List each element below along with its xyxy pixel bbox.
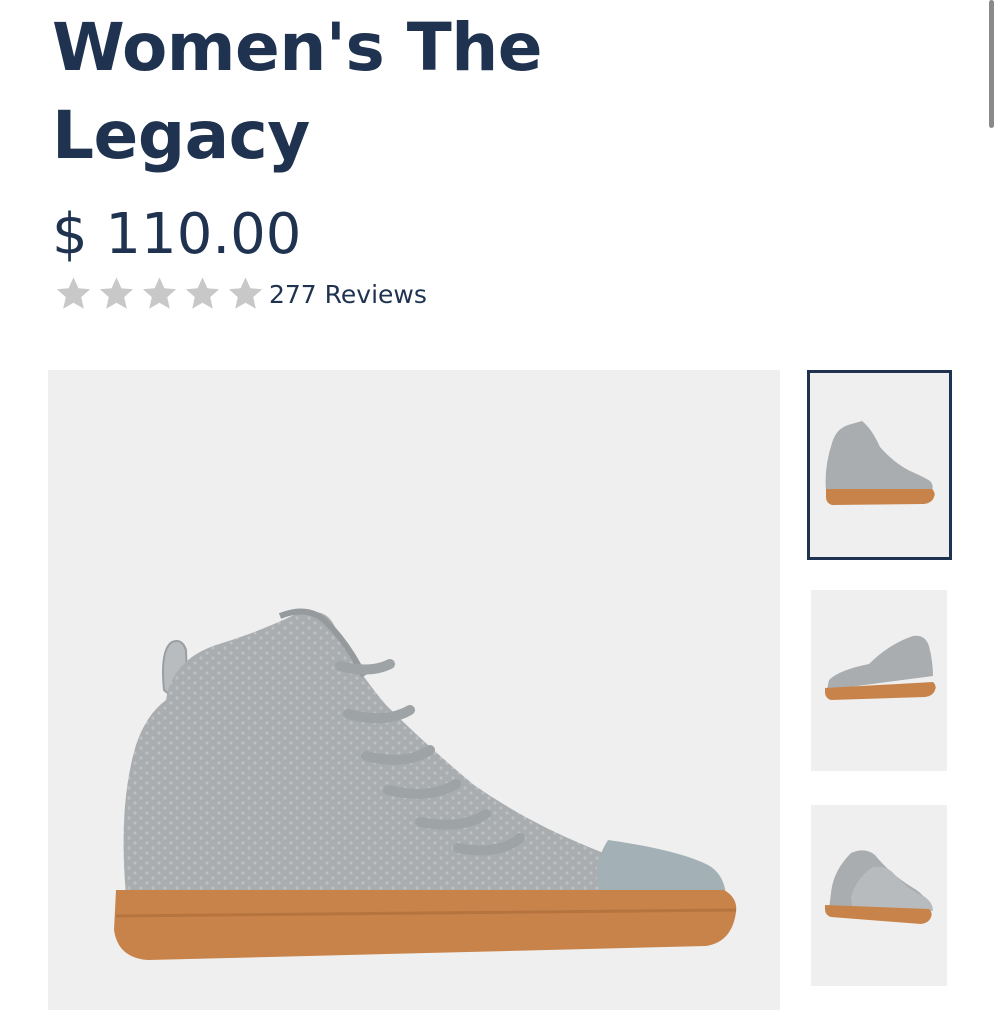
thumbnail-1[interactable]	[807, 370, 952, 560]
shoe-pair-thumbnail	[825, 850, 933, 924]
star-icon	[138, 273, 181, 315]
reviews-link[interactable]: 277 Reviews	[269, 280, 427, 309]
product-price: $ 110.00	[52, 202, 302, 267]
thumbnail-3[interactable]	[811, 805, 947, 986]
star-icon	[181, 273, 224, 315]
shoe-side-view-thumbnail	[825, 421, 935, 505]
star-icon	[95, 273, 138, 315]
main-product-image[interactable]	[48, 370, 780, 1010]
star-icon	[52, 273, 95, 315]
rating-summary: 277 Reviews	[52, 272, 427, 316]
star-icon	[224, 273, 267, 315]
scrollbar[interactable]	[989, 0, 994, 128]
star-rating[interactable]	[52, 273, 267, 315]
thumbnail-2[interactable]	[811, 590, 947, 771]
product-title: Women's The Legacy	[52, 9, 543, 174]
shoe-angle-view-thumbnail	[825, 635, 936, 700]
shoe-side-view-image	[114, 608, 737, 960]
